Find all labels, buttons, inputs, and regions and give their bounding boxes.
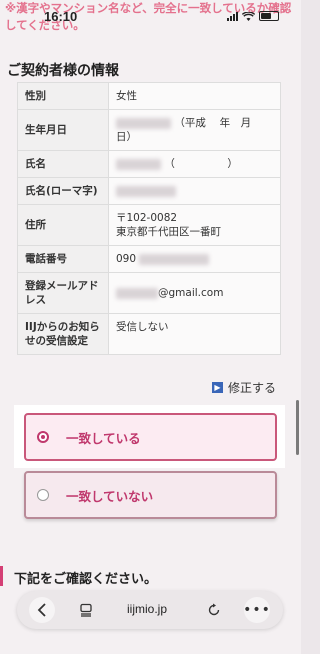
row-label: 性別	[17, 82, 109, 110]
status-time: 16:10	[44, 9, 78, 24]
radio-unselected-icon	[37, 489, 49, 501]
status-bar: 16:10	[0, 0, 301, 24]
edit-link-label: 修正する	[228, 381, 277, 395]
contract-info-table: 性別 女性 生年月日 （平成 年 月 日） 氏名 （ ） 氏名(ローマ字) 住所	[17, 82, 281, 355]
status-icons	[227, 11, 279, 21]
row-value: 受信しない	[108, 313, 281, 355]
table-row: 住所 〒102-0082 東京都千代田区一番町	[17, 204, 281, 246]
table-row: IIJからのお知らせの受信設定 受信しない	[17, 313, 281, 355]
wifi-icon	[242, 11, 255, 21]
chevron-left-icon	[37, 603, 46, 617]
signal-icon	[227, 11, 238, 21]
redacted-text	[139, 253, 210, 265]
edit-link[interactable]: ▶ 修正する	[212, 379, 276, 396]
redacted-text	[116, 185, 176, 197]
table-row: 生年月日 （平成 年 月 日）	[17, 109, 281, 151]
url-field[interactable]: iijmio.jp	[127, 602, 167, 616]
row-label: 住所	[17, 204, 109, 246]
row-label: 氏名	[17, 150, 109, 178]
redacted-text	[116, 117, 171, 129]
browser-toolbar: iijmio.jp •••	[17, 591, 283, 629]
row-value-cell: （平成 年 月 日）	[108, 109, 281, 151]
row-label: 生年月日	[17, 109, 109, 151]
row-label: IIJからのお知らせの受信設定	[17, 313, 109, 355]
table-row: 登録メールアドレス @gmail.com	[17, 272, 281, 314]
page-menu-icon	[80, 603, 92, 617]
redacted-text	[116, 287, 158, 299]
option-label: 一致していない	[66, 488, 154, 504]
option-label: 一致している	[66, 430, 141, 446]
more-dots-icon: •••	[243, 602, 271, 618]
redacted-text	[116, 158, 161, 170]
table-row: 電話番号 090	[17, 245, 281, 273]
row-label: 氏名(ローマ字)	[17, 177, 109, 205]
table-row: 氏名 （ ）	[17, 150, 281, 178]
section-accent-bar	[0, 566, 3, 586]
more-button[interactable]: •••	[243, 597, 271, 623]
row-value: 〒102-0082	[116, 212, 178, 224]
option-no-match[interactable]: 一致していない	[24, 471, 277, 519]
arrow-right-icon: ▶	[212, 382, 223, 393]
scrollbar[interactable]	[296, 400, 299, 455]
table-row: 性別 女性	[17, 82, 281, 110]
row-label: 登録メールアドレス	[17, 272, 109, 314]
row-value: 女性	[108, 82, 281, 110]
page-bottom	[0, 630, 301, 654]
row-value-cell	[108, 177, 281, 205]
row-label: 電話番号	[17, 245, 109, 273]
confirm-section-title: 下記をご確認ください。	[14, 572, 158, 587]
radio-selected-icon	[37, 431, 49, 443]
page: 16:10 ※漢字やマンション名など、完全に一致しているか確認してください。 ご…	[0, 0, 301, 654]
row-value: 090	[116, 253, 137, 265]
back-button[interactable]	[29, 597, 55, 623]
row-value-cell: （ ）	[108, 150, 281, 178]
option-match[interactable]: 一致している	[24, 413, 277, 461]
tab-layout-button[interactable]	[73, 597, 99, 623]
battery-icon	[259, 11, 279, 21]
row-value: @gmail.com	[158, 287, 224, 299]
contract-info-title: ご契約者様の情報	[7, 63, 119, 79]
row-value-cell: 〒102-0082 東京都千代田区一番町	[108, 204, 281, 246]
row-value-cell: 090	[108, 245, 281, 273]
reload-icon	[208, 603, 220, 616]
table-row: 氏名(ローマ字)	[17, 177, 281, 205]
row-value-cell: @gmail.com	[108, 272, 281, 314]
row-value: （ ）	[164, 158, 238, 170]
reload-button[interactable]	[201, 597, 227, 623]
row-value-line2: 東京都千代田区一番町	[116, 226, 221, 238]
